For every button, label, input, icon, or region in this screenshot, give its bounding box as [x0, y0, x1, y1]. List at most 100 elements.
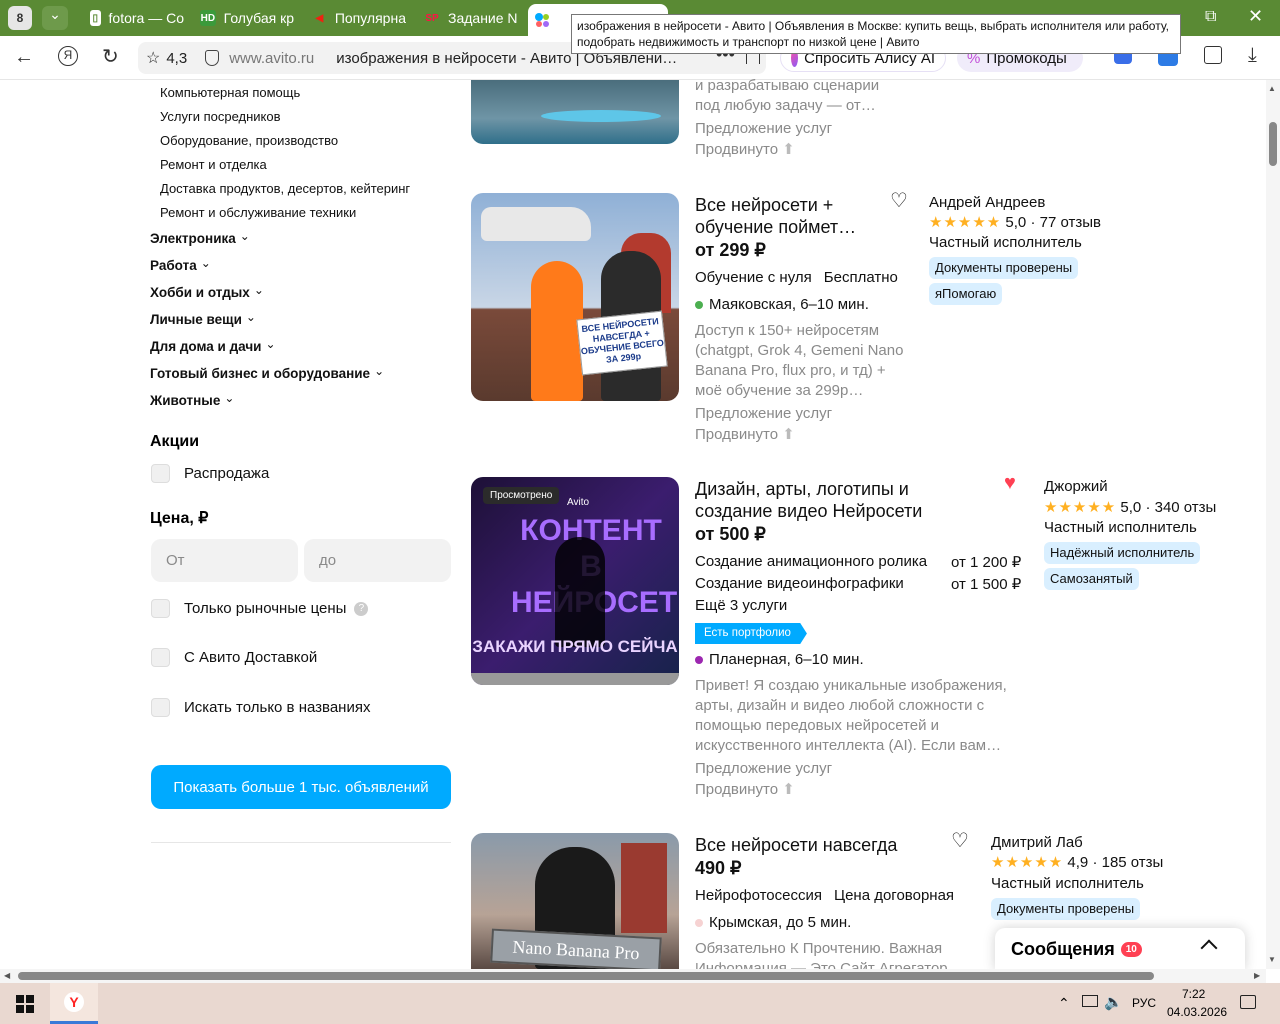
scroll-left-icon[interactable]: ◀ [4, 971, 10, 980]
category-animals[interactable]: Животные [150, 393, 234, 408]
tab-label: Популярна [334, 10, 406, 26]
listing-image[interactable]: Nano Banana Pro [471, 833, 679, 969]
windows-taskbar: Y ⌃ 🔈 РУС 7:22 04.03.2026 [0, 983, 1280, 1024]
delivery-row[interactable]: С Авито Доставкой [151, 648, 317, 667]
sp-icon: SP [425, 12, 439, 24]
tab-counter[interactable]: 8 [8, 6, 32, 30]
listing-title[interactable]: Все нейросети навсегда [695, 834, 897, 856]
network-icon[interactable] [1082, 995, 1098, 1007]
hd-icon: HD [200, 10, 216, 26]
market-price-checkbox[interactable] [151, 599, 170, 618]
favorite-heart-icon[interactable]: ♡ [951, 828, 969, 853]
chevron-up-tray-icon[interactable]: ⌃ [1058, 995, 1070, 1012]
market-price-row[interactable]: Только рыночные цены? [151, 599, 369, 618]
listing-title[interactable]: Все нейросети + обучение поймет… [695, 194, 885, 238]
star-icon[interactable]: ☆ [146, 48, 160, 68]
category-personal[interactable]: Личные вещи [150, 312, 256, 327]
tab-golubaya[interactable]: HD Голубая кр [194, 4, 294, 32]
delivery-checkbox[interactable] [151, 648, 170, 667]
tab-label: Задание N [448, 10, 518, 26]
subcategory-link[interactable]: Компьютерная помощь [160, 85, 300, 100]
seller-badge: Документы проверены [991, 898, 1141, 920]
clock-time[interactable]: 7:22 [1182, 987, 1205, 1001]
chevron-up-icon[interactable] [1200, 939, 1218, 957]
listing-image[interactable] [471, 80, 679, 144]
seller-rating[interactable]: ★★★★★ 5,0 · 340 отзы [1044, 498, 1226, 516]
yandex-icon[interactable]: Я [58, 46, 78, 66]
listing-title[interactable]: Дизайн, арты, логотипы и создание видео … [695, 478, 955, 522]
horizontal-scroll-thumb[interactable] [18, 972, 1154, 980]
more-services-link[interactable]: Ещё 3 услуги [695, 597, 787, 614]
messages-widget[interactable]: Сообщения 10 [995, 928, 1245, 970]
subcategory-link[interactable]: Ремонт и отделка [160, 157, 267, 172]
seller-rating[interactable]: ★★★★★ 4,9 · 185 отзы [991, 853, 1163, 871]
clock-date[interactable]: 04.03.2026 [1167, 1005, 1227, 1019]
category-home[interactable]: Для дома и дачи [150, 339, 276, 354]
sale-checkbox[interactable] [151, 464, 170, 483]
metro-station: Крымская, до 5 мин. [695, 914, 851, 931]
seller-name[interactable]: Дмитрий Лаб [991, 834, 1083, 851]
shield-icon[interactable] [205, 50, 220, 66]
subcategory-link[interactable]: Ремонт и обслуживание техники [160, 205, 356, 220]
download-icon[interactable]: ⤓ [1248, 44, 1257, 67]
notifications-icon[interactable] [1240, 995, 1256, 1009]
tab-fotora[interactable]: ▯ fotora — Co [84, 4, 184, 32]
delivery-label: С Авито Доставкой [184, 649, 318, 666]
seller-type: Частный исполнитель [1044, 519, 1197, 536]
vertical-scrollbar[interactable] [1266, 80, 1280, 969]
back-icon[interactable]: ← [14, 46, 34, 69]
listing-description: Привет! Я создаю уникальные изображения,… [695, 677, 1007, 754]
listing-type: Предложение услуг [695, 760, 833, 777]
listing-image[interactable]: ВСЕ НЕЙРОСЕТИ НАВСЕГДА + ОБУЧЕНИЕ ВСЕГО … [471, 193, 679, 401]
title-only-checkbox[interactable] [151, 698, 170, 717]
tab-label: Голубая кр [223, 10, 294, 26]
scroll-right-icon[interactable]: ▶ [1254, 971, 1260, 980]
subcategory-link[interactable]: Доставка продуктов, десертов, кейтеринг [160, 181, 410, 196]
scroll-up-icon[interactable]: ▲ [1268, 84, 1276, 93]
favorite-heart-icon[interactable]: ♥ [1004, 472, 1016, 495]
category-hobby[interactable]: Хобби и отдых [150, 285, 264, 300]
listing-description: Обязательно К Прочтению. Важная Информац… [695, 940, 963, 969]
volume-icon[interactable]: 🔈 [1104, 993, 1123, 1011]
subcategory-link[interactable]: Услуги посредников [160, 109, 281, 124]
seller-name[interactable]: Джоржий [1044, 478, 1108, 495]
sale-checkbox-row[interactable]: Распродажа [151, 464, 269, 483]
listing-description: Доступ к 150+ нейросетям (chatgpt, Grok … [695, 322, 904, 399]
price-to-input[interactable]: до [304, 539, 451, 582]
vertical-scroll-thumb[interactable] [1269, 122, 1277, 166]
seller-rating[interactable]: ★★★★★ 5,0 · 77 отзыв [929, 213, 1101, 231]
windows-start-icon[interactable] [16, 995, 34, 1013]
listing-type: Предложение услуг [695, 405, 833, 422]
language-indicator[interactable]: РУС [1132, 996, 1156, 1010]
close-window-icon[interactable]: ✕ [1248, 6, 1263, 27]
category-business[interactable]: Готовый бизнес и оборудование [150, 366, 384, 381]
tab-zadanie[interactable]: SP Задание N [418, 4, 518, 32]
url-domain: www.avito.ru [229, 49, 315, 67]
title-tooltip: изображения в нейросети - Авито | Объявл… [571, 14, 1181, 54]
yandex-browser-task-icon[interactable]: Y [50, 983, 98, 1024]
listing-image[interactable]: Просмотрено Avito КОНТЕНТ В НЕЙРОСЕТИ ЗА… [471, 477, 679, 685]
market-price-label: Только рыночные цены [184, 600, 347, 617]
car-shape [481, 207, 591, 241]
show-more-button[interactable]: Показать больше 1 тыс. объявлений [151, 765, 451, 809]
metro-station: Маяковская, 6–10 мин. [695, 296, 869, 313]
price-from-input[interactable]: От [151, 539, 298, 582]
collections-icon[interactable] [1204, 46, 1222, 64]
tabs-dropdown-icon[interactable]: ⌄ [42, 6, 68, 30]
metro-station: Планерная, 6–10 мин. [695, 651, 864, 668]
image-bottom-text: ЗАКАЖИ ПРЯМО СЕЙЧА [472, 637, 678, 656]
help-icon[interactable]: ? [354, 601, 369, 616]
subcategory-link[interactable]: Оборудование, производство [160, 133, 338, 148]
favorite-heart-icon[interactable]: ♡ [890, 188, 908, 213]
price-heading: Цена, ₽ [150, 510, 209, 527]
sale-label: Распродажа [184, 465, 270, 482]
seller-name[interactable]: Андрей Андреев [929, 194, 1045, 211]
scroll-down-icon[interactable]: ▼ [1268, 955, 1276, 964]
maximize-icon[interactable]: ⧉ [1205, 8, 1216, 26]
category-electronics[interactable]: Электроника [150, 231, 250, 246]
category-work[interactable]: Работа [150, 258, 211, 273]
reload-icon[interactable]: ↻ [102, 44, 119, 69]
tab-populyarna[interactable]: ◀ Популярна [306, 4, 406, 32]
title-only-row[interactable]: Искать только в названиях [151, 698, 370, 717]
metro-dot [695, 656, 703, 664]
